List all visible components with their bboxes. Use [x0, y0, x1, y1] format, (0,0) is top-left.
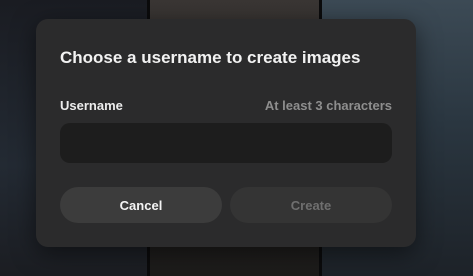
cancel-button[interactable]: Cancel	[60, 187, 222, 223]
username-input[interactable]	[60, 123, 392, 163]
username-dialog: Choose a username to create images Usern…	[36, 19, 416, 247]
username-label: Username	[60, 98, 123, 113]
create-button[interactable]: Create	[230, 187, 392, 223]
username-hint: At least 3 characters	[264, 98, 392, 113]
dialog-title: Choose a username to create images	[60, 48, 361, 67]
